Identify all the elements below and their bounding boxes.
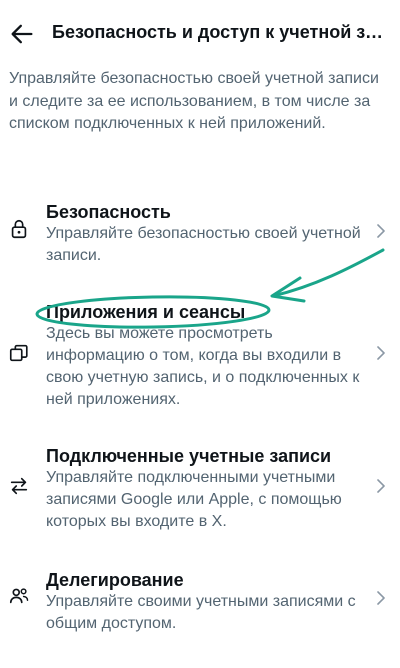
settings-item-description: Здесь вы можете просмотреть информацию о…	[46, 325, 360, 408]
chevron-right-icon	[377, 224, 385, 238]
settings-item-title: Подключенные учетные записи	[46, 446, 332, 466]
chevron-right-icon	[377, 591, 385, 605]
page-description: Управляйте безопасностью своей учетной з…	[9, 70, 379, 132]
back-arrow-icon[interactable]	[8, 20, 36, 48]
settings-item-title: Делегирование	[46, 570, 184, 590]
settings-item-apps-and-sessions[interactable]: Приложения и сеансы Здесь вы можете прос…	[0, 298, 400, 408]
settings-item-connected-accounts[interactable]: Подключенные учетные записи Управляйте п…	[0, 443, 400, 530]
settings-item-description: Управляйте своими учетными записями с об…	[46, 593, 356, 632]
page-title: Безопасность и доступ к учетной за...	[52, 22, 386, 42]
settings-item-title: Приложения и сеансы	[46, 302, 246, 322]
settings-item-security[interactable]: Безопасность Управляйте безопасностью св…	[0, 198, 400, 270]
settings-item-title: Безопасность	[46, 202, 171, 222]
people-icon	[9, 588, 29, 604]
chevron-right-icon	[377, 346, 385, 360]
arrows-swap-icon	[10, 477, 28, 495]
settings-item-description: Управляйте подключенными учетными запися…	[46, 469, 342, 530]
top-bar: Безопасность и доступ к учетной за...	[0, 0, 400, 64]
settings-item-delegation[interactable]: Делегирование Управляйте своими учетными…	[0, 567, 400, 633]
chevron-right-icon	[377, 479, 385, 493]
windows-icon	[9, 344, 28, 362]
lock-icon	[11, 219, 27, 239]
settings-item-description: Управляйте безопасностью своей учетной з…	[46, 225, 361, 264]
